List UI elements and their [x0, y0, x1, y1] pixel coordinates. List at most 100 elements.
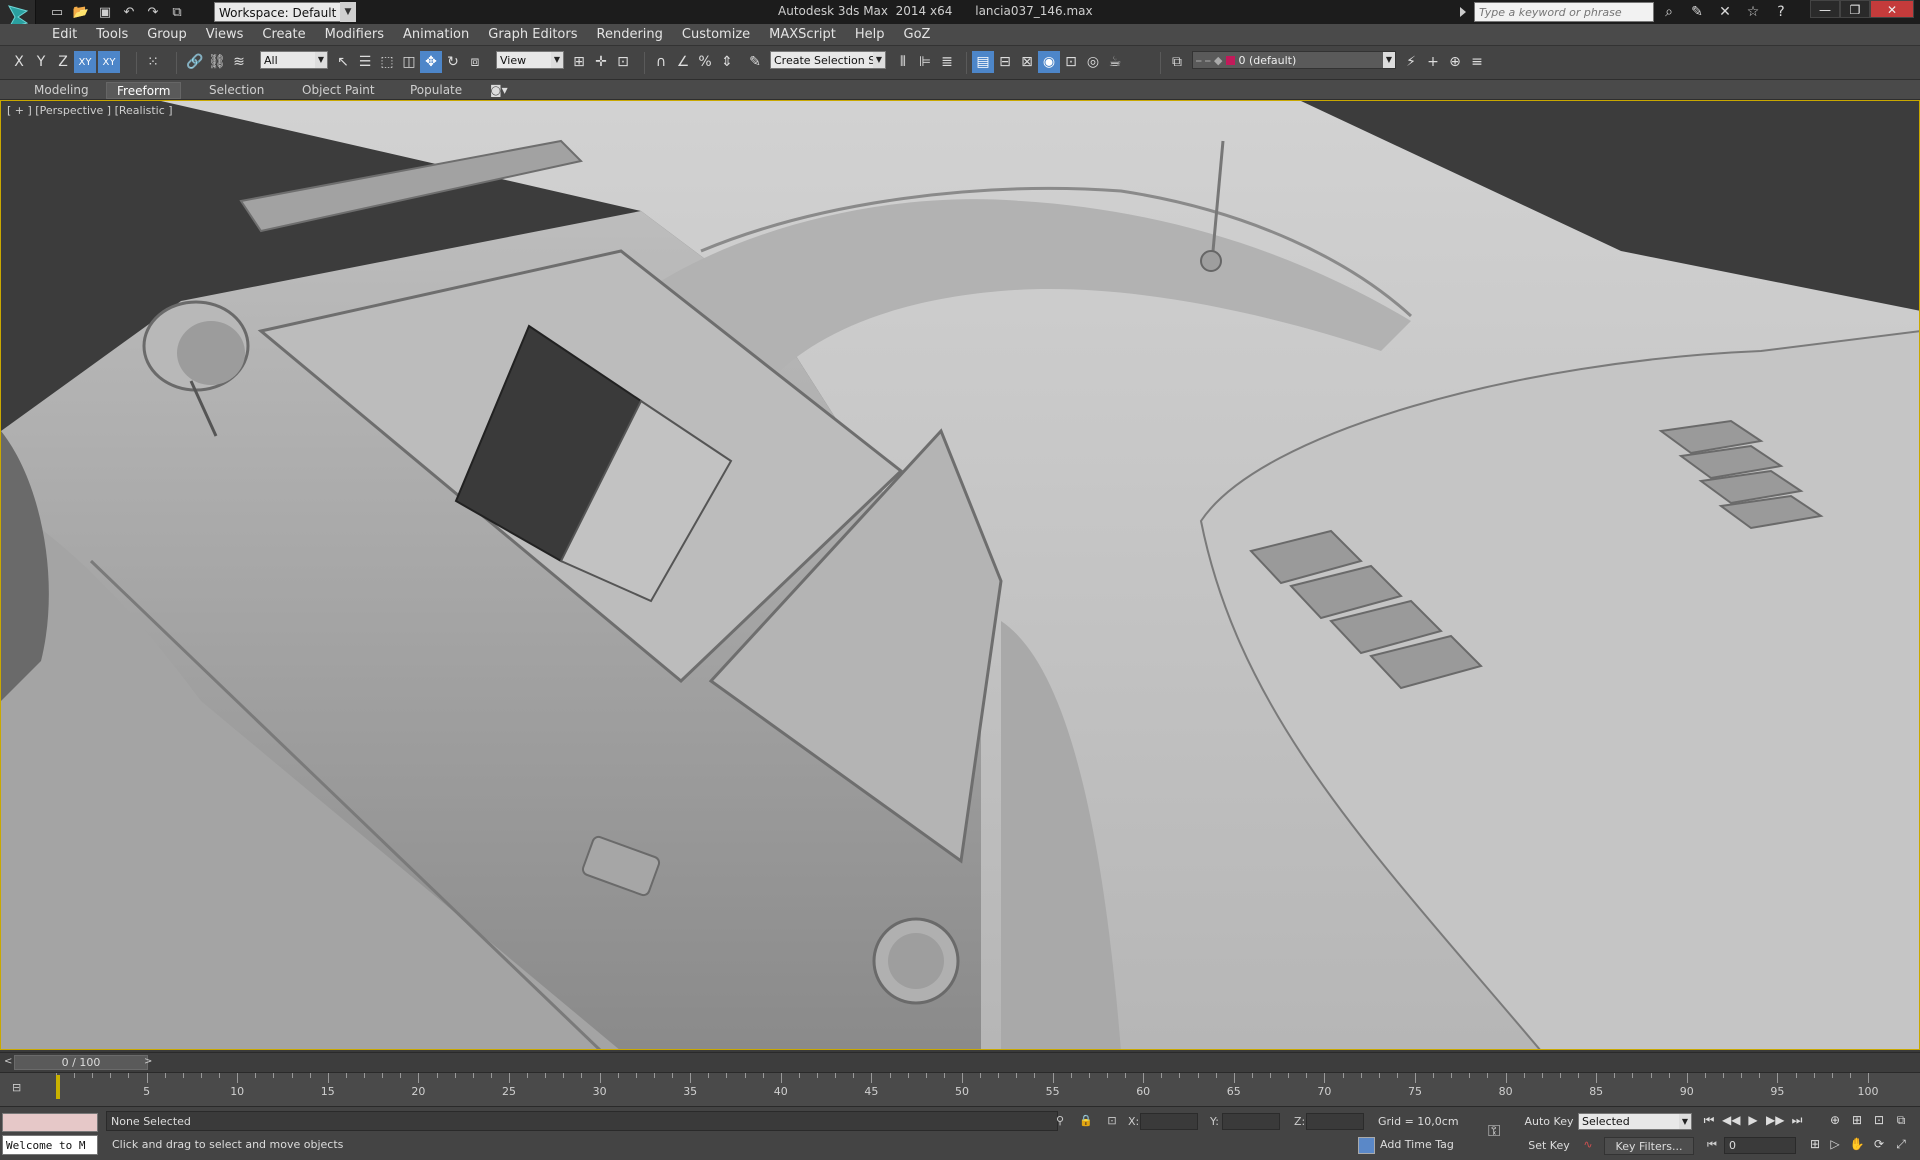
undo-icon[interactable]: ↶ — [120, 3, 138, 21]
rect-selection-icon[interactable]: ⬚ — [376, 51, 398, 73]
render-frame-icon[interactable]: ◎ — [1082, 51, 1104, 73]
window-crossing-icon[interactable]: ◫ — [398, 51, 420, 73]
help-icon[interactable]: ? — [1770, 2, 1792, 22]
zoom-extents-all-icon[interactable]: ⧉ — [1892, 1113, 1910, 1128]
bind-space-warp-icon[interactable]: ≋ — [228, 51, 250, 73]
tab-selection[interactable]: Selection — [199, 82, 274, 99]
render-setup-icon[interactable]: ⊡ — [1060, 51, 1082, 73]
menu-tools[interactable]: Tools — [96, 27, 128, 42]
link-icon[interactable]: 🔗 — [184, 51, 206, 73]
field-of-view-icon[interactable]: ▷ — [1826, 1137, 1844, 1152]
key-mode-toggle-icon[interactable]: ⏮ — [1704, 1137, 1720, 1153]
star-icon[interactable]: ☆ — [1742, 2, 1764, 22]
auto-key-button[interactable]: Auto Key — [1524, 1113, 1574, 1131]
previous-frame-icon[interactable]: ◀◀ — [1722, 1113, 1740, 1128]
isolate-selection-icon[interactable]: ⚲ — [1052, 1113, 1068, 1129]
angle-snap-icon[interactable]: ∠ — [672, 51, 694, 73]
redo-icon[interactable]: ↷ — [144, 3, 162, 21]
save-file-icon[interactable]: ▣ — [96, 3, 114, 21]
set-current-layer-icon[interactable]: ≡ — [1466, 51, 1488, 73]
reference-coordinate-dropdown[interactable]: View ▼ — [496, 51, 564, 69]
x-tools-icon[interactable]: ✕ — [1714, 2, 1736, 22]
zoom-extents-icon[interactable]: ⊡ — [1870, 1113, 1888, 1128]
track-bar[interactable]: ⊟ 5 10 15 20 25 30 35 40 45 50 55 60 65 70 75 80 85 90 95 1… — [0, 1072, 1920, 1106]
select-rotate-icon[interactable]: ↻ — [442, 51, 464, 73]
tab-populate[interactable]: Populate — [400, 82, 472, 99]
select-object-icon[interactable]: ↖ — [332, 51, 354, 73]
workspace-dropdown[interactable]: Workspace: Default — [214, 2, 356, 22]
open-file-icon[interactable]: 📂 — [72, 3, 90, 21]
scene-explorer-icon[interactable]: ▤ — [972, 51, 994, 73]
x-coordinate-field[interactable] — [1140, 1113, 1198, 1130]
menu-animation[interactable]: Animation — [403, 27, 469, 42]
select-move-icon[interactable]: ✥ — [420, 51, 442, 73]
axis-x-button[interactable]: X — [8, 51, 30, 73]
axis-z-button[interactable]: Z — [52, 51, 74, 73]
menu-graph-editors[interactable]: Graph Editors — [488, 27, 577, 42]
go-to-end-icon[interactable]: ⏭ — [1788, 1113, 1806, 1128]
go-to-start-icon[interactable]: ⏮ — [1700, 1113, 1718, 1128]
select-scale-icon[interactable]: ⧈ — [464, 51, 486, 73]
maxscript-listener-input[interactable]: Welcome to M — [2, 1135, 98, 1155]
tools-icon[interactable]: ✎ — [1686, 2, 1708, 22]
axis-xy-button[interactable]: XY — [74, 51, 96, 73]
schematic-view-icon[interactable]: ⊠ — [1016, 51, 1038, 73]
next-frame-arrow-icon[interactable]: > — [144, 1056, 152, 1067]
keyboard-shortcut-icon[interactable]: ⊡ — [612, 51, 634, 73]
y-coordinate-field[interactable] — [1222, 1113, 1280, 1130]
menu-maxscript[interactable]: MAXScript — [769, 27, 836, 42]
add-to-layer-icon[interactable]: ⚡ — [1400, 51, 1422, 73]
named-selection-set-dropdown[interactable]: Create Selection Se ▼ — [770, 51, 886, 69]
play-icon[interactable]: ▶ — [1744, 1113, 1762, 1128]
viewport-label[interactable]: [ + ] [Perspective ] [Realistic ] — [7, 104, 173, 117]
key-filters-button[interactable]: Key Filters... — [1604, 1137, 1694, 1155]
selection-filter-dropdown[interactable]: All ▼ — [260, 51, 328, 69]
zoom-icon[interactable]: ⊕ — [1826, 1113, 1844, 1128]
close-icon[interactable]: ✕ — [1870, 0, 1914, 18]
layer-explorer-icon[interactable]: ≣ — [936, 51, 958, 73]
current-frame-marker[interactable] — [56, 1075, 60, 1099]
layer-dropdown[interactable]: ⎯ ⎯ ◆ 0 (default) ▼ — [1192, 51, 1396, 69]
unlink-icon[interactable]: ⛓ — [206, 51, 228, 73]
menu-modifiers[interactable]: Modifiers — [325, 27, 384, 42]
menu-goz[interactable]: GoZ — [904, 27, 931, 42]
menu-group[interactable]: Group — [147, 27, 187, 42]
material-editor-icon[interactable]: ◉ — [1038, 51, 1060, 73]
tab-freeform[interactable]: Freeform — [106, 82, 182, 99]
current-frame-field[interactable]: 0 — [1724, 1137, 1796, 1154]
zoom-all-icon[interactable]: ⊞ — [1848, 1113, 1866, 1128]
snap-dots-icon[interactable]: ⁙ — [142, 51, 164, 73]
time-configuration-icon[interactable]: ⊞ — [1806, 1137, 1824, 1151]
axis-xy-cycle-button[interactable]: XY — [98, 51, 120, 73]
curve-editor-mini-icon[interactable]: ⊟ — [12, 1081, 28, 1095]
align-icon[interactable]: ⊫ — [914, 51, 936, 73]
key-mode-dropdown[interactable]: Selected ▼ — [1578, 1113, 1692, 1130]
create-layer-icon[interactable]: + — [1422, 51, 1444, 73]
frame-ruler[interactable]: 5 10 15 20 25 30 35 40 45 50 55 60 65 70 75 80 85 90 95 100 — [56, 1073, 1879, 1107]
render-teapot-icon[interactable]: ☕ — [1104, 51, 1126, 73]
axis-y-button[interactable]: Y — [30, 51, 52, 73]
binoculars-icon[interactable]: ⌕ — [1658, 2, 1680, 22]
select-in-layer-icon[interactable]: ⊕ — [1444, 51, 1466, 73]
absolute-mode-icon[interactable]: ⊡ — [1104, 1113, 1120, 1129]
select-by-name-icon[interactable]: ☰ — [354, 51, 376, 73]
selection-lock-icon[interactable]: 🔒 — [1078, 1113, 1094, 1129]
tab-modeling[interactable]: Modeling — [24, 82, 99, 99]
layer-manager-icon[interactable]: ⧉ — [1166, 51, 1188, 73]
tab-object-paint[interactable]: Object Paint — [292, 82, 385, 99]
menu-edit[interactable]: Edit — [52, 27, 77, 42]
spinner-snap-icon[interactable]: ⇕ — [716, 51, 738, 73]
ribbon-options-icon[interactable]: ◙▾ — [480, 82, 518, 99]
restore-icon[interactable]: ❐ — [1840, 0, 1870, 18]
prev-frame-arrow-icon[interactable]: < — [4, 1056, 12, 1067]
percent-snap-icon[interactable]: % — [694, 51, 716, 73]
menu-customize[interactable]: Customize — [682, 27, 750, 42]
perspective-viewport[interactable]: [ + ] [Perspective ] [Realistic ] — [0, 100, 1920, 1050]
menu-help[interactable]: Help — [855, 27, 885, 42]
new-file-icon[interactable]: ▭ — [48, 3, 66, 21]
z-coordinate-field[interactable] — [1306, 1113, 1364, 1130]
mirror-icon[interactable]: ⫴ — [892, 51, 914, 73]
maxscript-mini-listener[interactable] — [2, 1113, 98, 1132]
snap-toggle-icon[interactable]: ∩ — [650, 51, 672, 73]
time-slider[interactable]: 0 / 100 — [14, 1055, 148, 1070]
